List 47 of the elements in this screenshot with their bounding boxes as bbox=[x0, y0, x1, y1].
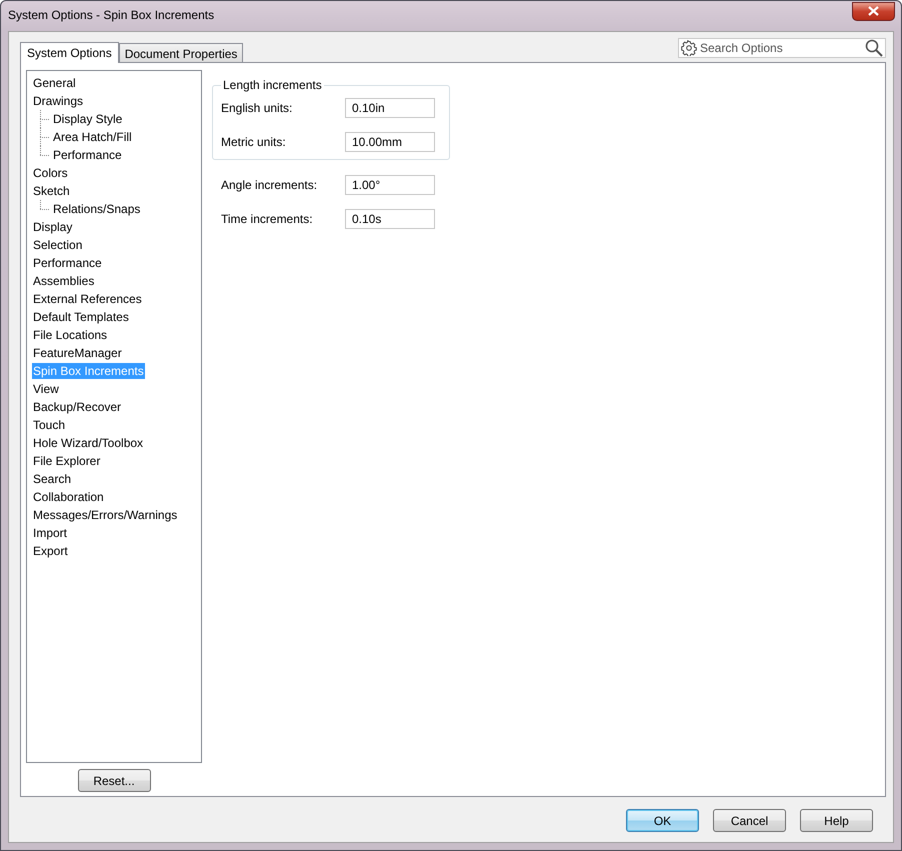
input-field[interactable]: 10.00mm bbox=[345, 132, 435, 152]
dialog-button[interactable]: OK bbox=[626, 809, 699, 832]
tree-item[interactable]: General bbox=[32, 75, 77, 91]
tree-item[interactable]: Backup/Recover bbox=[32, 399, 122, 415]
tree-item[interactable]: Area Hatch/Fill bbox=[52, 129, 133, 145]
tree-item[interactable]: Default Templates bbox=[32, 309, 130, 325]
close-icon bbox=[868, 6, 879, 16]
tree-item[interactable]: Touch bbox=[32, 417, 66, 433]
group-title: Length increments bbox=[222, 78, 323, 92]
tree-item[interactable]: Drawings bbox=[32, 93, 84, 109]
field-label: Angle increments: bbox=[221, 178, 318, 192]
tree-item[interactable]: Colors bbox=[32, 165, 69, 181]
field-label: Time increments: bbox=[221, 212, 314, 226]
tree-item[interactable]: Display bbox=[32, 219, 74, 235]
field-label: English units: bbox=[221, 101, 294, 115]
tree-item[interactable]: Performance bbox=[32, 255, 103, 271]
dialog-button[interactable]: Cancel bbox=[713, 809, 786, 832]
tree-item[interactable]: Sketch bbox=[32, 183, 71, 199]
dialog-button[interactable]: Help bbox=[800, 809, 873, 832]
tree-item[interactable]: Display Style bbox=[52, 111, 124, 127]
reset-button[interactable]: Reset... bbox=[78, 769, 150, 792]
tree-item[interactable]: View bbox=[32, 381, 60, 397]
search-field[interactable]: Search Options bbox=[678, 38, 886, 58]
field-label: Metric units: bbox=[221, 135, 287, 149]
tree-item[interactable]: Search bbox=[32, 471, 72, 487]
window-title: System Options - Spin Box Increments bbox=[8, 8, 214, 22]
tree-item[interactable]: Relations/Snaps bbox=[52, 201, 142, 217]
input-field[interactable]: 0.10in bbox=[345, 98, 435, 118]
close-button[interactable] bbox=[852, 2, 895, 20]
tree-item[interactable]: Performance bbox=[52, 147, 123, 163]
tree-item[interactable]: Hole Wizard/Toolbox bbox=[32, 435, 144, 451]
tree-item[interactable]: File Explorer bbox=[32, 453, 102, 469]
tree-item[interactable]: FeatureManager bbox=[32, 345, 123, 361]
search-icon[interactable] bbox=[865, 39, 883, 57]
tree-item[interactable]: Messages/Errors/Warnings bbox=[32, 507, 178, 523]
tree-item[interactable]: Collaboration bbox=[32, 489, 105, 505]
input-field[interactable]: 0.10s bbox=[345, 209, 435, 229]
gear-icon bbox=[681, 40, 697, 56]
tree-item[interactable]: External References bbox=[32, 291, 143, 307]
tree-item[interactable]: Import bbox=[32, 525, 68, 541]
tree-item[interactable]: File Locations bbox=[32, 327, 108, 343]
tab[interactable]: Document Properties bbox=[118, 43, 244, 62]
input-field[interactable]: 1.00° bbox=[345, 175, 435, 195]
tree-item[interactable]: Assemblies bbox=[32, 273, 96, 289]
tree-item[interactable]: Export bbox=[32, 543, 69, 559]
tree-item[interactable]: Selection bbox=[32, 237, 84, 253]
tab[interactable]: System Options bbox=[20, 42, 119, 63]
